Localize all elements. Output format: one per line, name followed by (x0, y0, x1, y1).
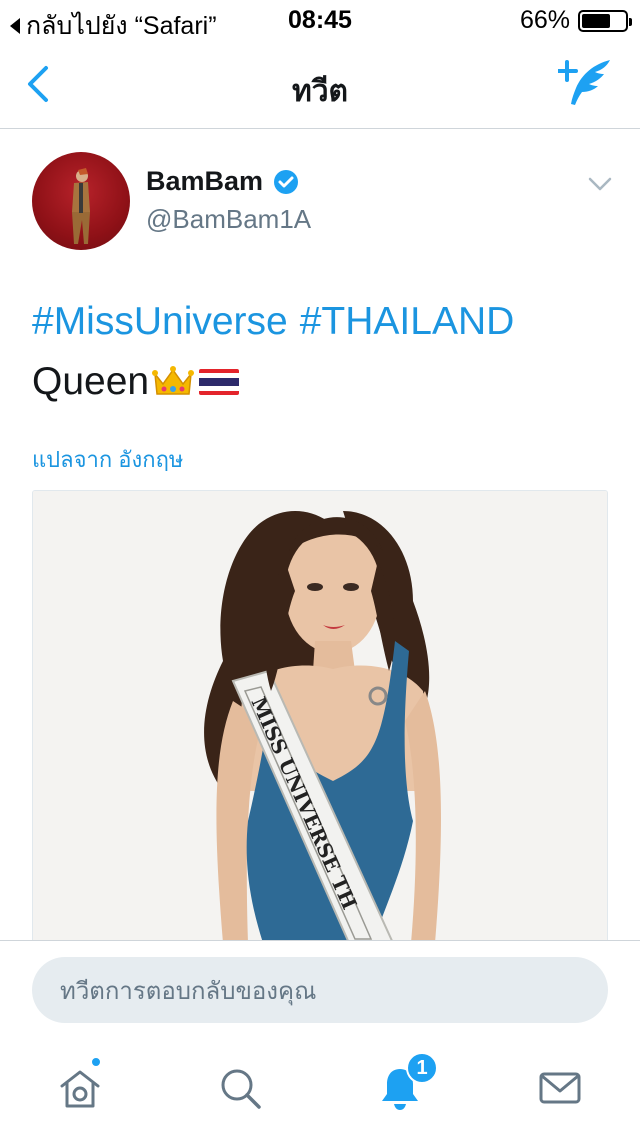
tweet-media-image[interactable]: MISS UNIVERSE TH (32, 490, 608, 942)
home-icon (60, 1070, 100, 1108)
tweet-body-text: Queen (32, 360, 150, 403)
crown-emoji-icon (152, 366, 195, 395)
reply-input[interactable]: ทวีตการตอบกลับของคุณ (32, 957, 608, 1023)
home-unread-dot (90, 1056, 102, 1068)
status-bar: กลับไปยัง “Safari” 08:45 66% (0, 0, 640, 40)
thailand-flag-icon (199, 369, 240, 395)
tab-messages[interactable] (532, 1060, 588, 1116)
search-icon (221, 1069, 261, 1109)
tweet-text: Queen (32, 360, 240, 404)
mail-icon (539, 1072, 581, 1104)
tab-bar: 1 (0, 1036, 640, 1136)
battery-percent: 66% (519, 6, 570, 34)
translate-link[interactable]: แปลจาก อังกฤษ (32, 442, 183, 477)
user-name[interactable]: BamBam (146, 166, 299, 197)
battery-cap (629, 17, 632, 26)
hashtag-link[interactable]: #MissUniverse (32, 300, 288, 343)
chevron-down-icon[interactable] (588, 176, 612, 192)
reply-bar: ทวีตการตอบกลับของคุณ (0, 940, 640, 1036)
avatar[interactable] (32, 152, 130, 250)
page-title: ทวีต (291, 75, 349, 108)
compose-tweet-icon[interactable] (558, 58, 614, 108)
hashtag-link[interactable]: #THAILAND (300, 300, 515, 343)
tab-home[interactable] (52, 1060, 108, 1116)
user-name-text: BamBam (146, 166, 264, 196)
verified-badge-icon (274, 169, 299, 194)
photo-illustration: MISS UNIVERSE TH (33, 491, 607, 941)
avatar-figure (72, 168, 90, 244)
nav-bar: ทวีต (0, 40, 640, 129)
battery-level (582, 13, 610, 28)
battery-icon (578, 9, 632, 32)
tab-search[interactable] (212, 1060, 268, 1116)
user-handle[interactable]: @BamBam1A (146, 204, 311, 235)
battery-status: 66% (519, 6, 632, 35)
notification-badge: 1 (406, 1052, 438, 1084)
tweet-hashtags: #MissUniverse #THAILAND (32, 300, 526, 344)
